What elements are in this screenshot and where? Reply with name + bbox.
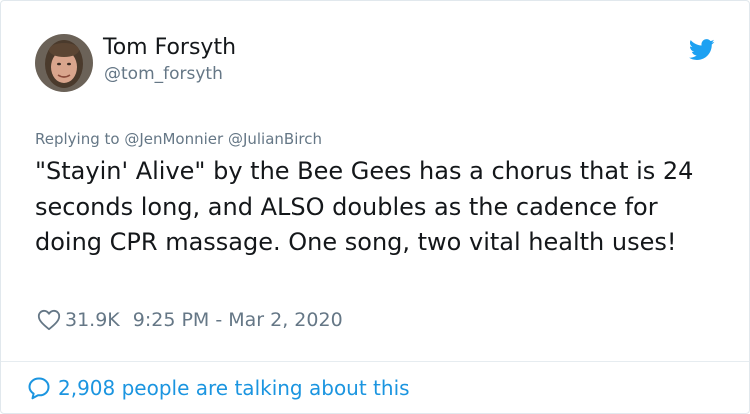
author-display-name[interactable]: Tom Forsyth (103, 35, 236, 61)
tweet-card: Tom Forsyth @tom_forsyth Replying to @Je… (0, 0, 750, 414)
people-talking-link[interactable]: 2,908 people are talking about this (27, 375, 410, 401)
author-handle[interactable]: @tom_forsyth (104, 64, 223, 84)
tweet-timestamp[interactable]: 9:25 PM - Mar 2, 2020 (133, 309, 343, 331)
speech-bubble-icon (27, 376, 51, 400)
avatar[interactable] (35, 34, 93, 92)
tweet-meta: 31.9K 9:25 PM - Mar 2, 2020 (37, 307, 343, 333)
twitter-bird-icon[interactable] (689, 39, 715, 61)
replying-to: Replying to @JenMonnier @JulianBirch (35, 130, 322, 148)
like-count[interactable]: 31.9K (65, 309, 120, 331)
divider (1, 361, 749, 362)
heart-icon[interactable] (37, 309, 61, 331)
people-talking-text[interactable]: 2,908 people are talking about this (58, 376, 410, 400)
tweet-text: "Stayin' Alive" by the Bee Gees has a ch… (35, 157, 694, 256)
